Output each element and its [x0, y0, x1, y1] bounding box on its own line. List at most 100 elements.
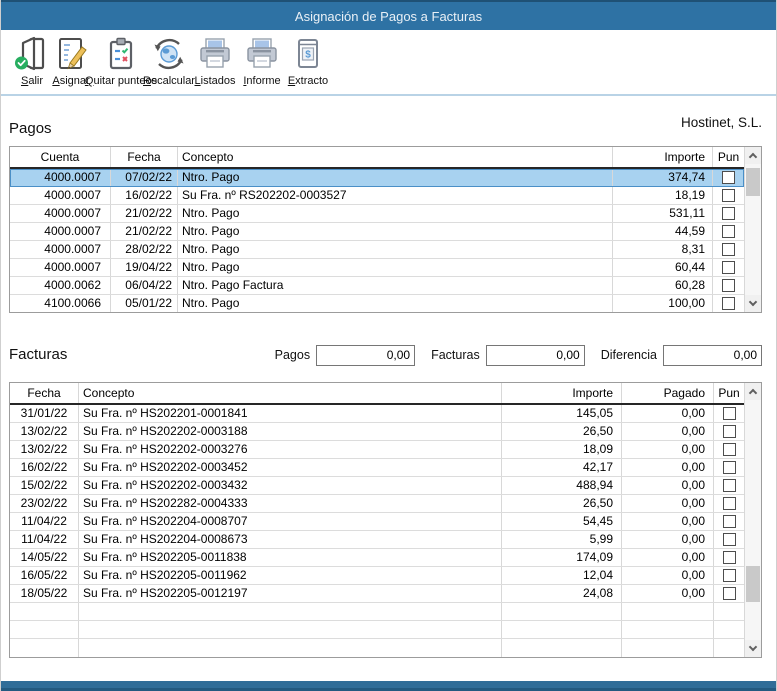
- cell-importe: 60,28: [613, 277, 713, 294]
- scroll-down-button[interactable]: [745, 640, 761, 657]
- cell-importe: 531,11: [613, 205, 713, 222]
- scroll-thumb[interactable]: [746, 168, 760, 196]
- title-bar: Asignación de Pagos a Facturas: [1, 0, 776, 30]
- totals-diferencia-input[interactable]: [663, 345, 762, 366]
- cell-pagado: 0,00: [622, 495, 714, 512]
- column-header-fecha[interactable]: Fecha: [10, 383, 79, 403]
- pun-checkbox[interactable]: [723, 407, 736, 420]
- cell-concepto: Su Fra. nº HS202202-0003188: [79, 423, 502, 440]
- cell-pagado: 0,00: [622, 441, 714, 458]
- pun-checkbox[interactable]: [723, 569, 736, 582]
- totals-facturas-input[interactable]: [486, 345, 585, 366]
- cell-cuenta: 4000.0007: [10, 169, 111, 186]
- pun-checkbox[interactable]: [723, 533, 736, 546]
- cell-fecha: 11/04/22: [10, 531, 79, 548]
- scroll-thumb[interactable]: [746, 566, 760, 602]
- cell-fecha: 13/02/22: [10, 423, 79, 440]
- table-row[interactable]: 16/02/22 Su Fra. nº HS202202-0003452 42,…: [10, 459, 744, 477]
- totals-pagos-input[interactable]: [316, 345, 415, 366]
- pun-checkbox[interactable]: [722, 189, 735, 202]
- facturas-scrollbar[interactable]: [744, 383, 761, 657]
- cell-pagado: 0,00: [622, 549, 714, 566]
- table-row[interactable]: 11/04/22 Su Fra. nº HS202204-0008707 54,…: [10, 513, 744, 531]
- column-header-cuenta[interactable]: Cuenta: [10, 147, 111, 167]
- cell-fecha: 13/02/22: [10, 441, 79, 458]
- pun-checkbox[interactable]: [723, 461, 736, 474]
- table-row[interactable]: 4000.0007 07/02/22 Ntro. Pago 374,74: [10, 169, 744, 187]
- table-row[interactable]: 4000.0007 21/02/22 Ntro. Pago 531,11: [10, 205, 744, 223]
- table-row[interactable]: 4000.0007 28/02/22 Ntro. Pago 8,31: [10, 241, 744, 259]
- table-row-empty: [10, 621, 744, 639]
- table-row[interactable]: 13/02/22 Su Fra. nº HS202202-0003276 18,…: [10, 441, 744, 459]
- pagos-scrollbar[interactable]: [744, 147, 761, 312]
- pun-checkbox[interactable]: [722, 243, 735, 256]
- table-row[interactable]: 13/02/22 Su Fra. nº HS202202-0003188 26,…: [10, 423, 744, 441]
- cell-concepto: Su Fra. nº HS202204-0008707: [79, 513, 502, 530]
- facturas-heading: Facturas: [9, 346, 67, 363]
- table-row[interactable]: 11/04/22 Su Fra. nº HS202204-0008673 5,9…: [10, 531, 744, 549]
- pun-checkbox[interactable]: [723, 425, 736, 438]
- cell-fecha: 19/04/22: [111, 259, 178, 276]
- scroll-up-button[interactable]: [745, 147, 761, 164]
- cell-pagado: 0,00: [622, 423, 714, 440]
- table-row[interactable]: 4000.0062 06/04/22 Ntro. Pago Factura 60…: [10, 277, 744, 295]
- column-header-fecha[interactable]: Fecha: [111, 147, 178, 167]
- cell-importe: 24,08: [502, 585, 622, 602]
- pagos-heading: Pagos: [9, 120, 52, 137]
- pun-checkbox[interactable]: [723, 443, 736, 456]
- pun-checkbox[interactable]: [723, 479, 736, 492]
- window-title: Asignación de Pagos a Facturas: [295, 9, 482, 24]
- pun-checkbox[interactable]: [723, 587, 736, 600]
- table-row[interactable]: 23/02/22 Su Fra. nº HS202282-0004333 26,…: [10, 495, 744, 513]
- cell-fecha: 16/02/22: [111, 187, 178, 204]
- totals-pagos-group: Pagos: [275, 345, 415, 366]
- pun-checkbox[interactable]: [722, 279, 735, 292]
- cell-concepto: Ntro. Pago: [178, 241, 613, 258]
- pun-checkbox[interactable]: [722, 297, 735, 310]
- scroll-up-button[interactable]: [745, 383, 761, 400]
- column-header-pagado[interactable]: Pagado: [622, 383, 714, 403]
- cell-pagado: 0,00: [622, 459, 714, 476]
- cell-cuenta: 4000.0007: [10, 205, 111, 222]
- column-header-concepto[interactable]: Concepto: [79, 383, 502, 403]
- column-header-pun[interactable]: Pun: [713, 147, 744, 167]
- column-header-importe[interactable]: Importe: [613, 147, 713, 167]
- ledger-dollar-icon: $: [260, 33, 356, 73]
- cell-concepto: Ntro. Pago Factura: [178, 277, 613, 294]
- bottom-status-bar: [1, 681, 776, 691]
- scroll-down-button[interactable]: [745, 295, 761, 312]
- table-row[interactable]: 16/05/22 Su Fra. nº HS202205-0011962 12,…: [10, 567, 744, 585]
- table-row[interactable]: 31/01/22 Su Fra. nº HS202201-0001841 145…: [10, 405, 744, 423]
- pun-checkbox[interactable]: [723, 515, 736, 528]
- cell-importe: 18,19: [613, 187, 713, 204]
- pun-checkbox[interactable]: [722, 207, 735, 220]
- cell-cuenta: 4100.0066: [10, 295, 111, 312]
- table-row[interactable]: 4000.0007 16/02/22 Su Fra. nº RS202202-0…: [10, 187, 744, 205]
- cell-importe: 26,50: [502, 423, 622, 440]
- pun-checkbox[interactable]: [723, 497, 736, 510]
- pun-checkbox[interactable]: [722, 225, 735, 238]
- cell-importe: 5,99: [502, 531, 622, 548]
- cell-importe: 100,00: [613, 295, 713, 312]
- pun-checkbox[interactable]: [722, 261, 735, 274]
- cell-importe: 54,45: [502, 513, 622, 530]
- column-header-pun[interactable]: Pun: [714, 383, 744, 403]
- table-row[interactable]: 15/02/22 Su Fra. nº HS202202-0003432 488…: [10, 477, 744, 495]
- cell-concepto: Su Fra. nº RS202202-0003527: [178, 187, 613, 204]
- column-header-concepto[interactable]: Concepto: [178, 147, 613, 167]
- pun-checkbox[interactable]: [723, 551, 736, 564]
- extracto-button[interactable]: $ Extracto: [260, 33, 356, 93]
- cell-concepto: Ntro. Pago: [178, 259, 613, 276]
- table-row[interactable]: 14/05/22 Su Fra. nº HS202205-0011838 174…: [10, 549, 744, 567]
- table-row[interactable]: 18/05/22 Su Fra. nº HS202205-0012197 24,…: [10, 585, 744, 603]
- table-row[interactable]: 4100.0066 05/01/22 Ntro. Pago 100,00: [10, 295, 744, 312]
- table-row[interactable]: 4000.0007 19/04/22 Ntro. Pago 60,44: [10, 259, 744, 277]
- column-header-importe[interactable]: Importe: [502, 383, 622, 403]
- extracto-label: Extracto: [260, 75, 356, 87]
- pun-checkbox[interactable]: [722, 171, 735, 184]
- cell-fecha: 05/01/22: [111, 295, 178, 312]
- table-row[interactable]: 4000.0007 21/02/22 Ntro. Pago 44,59: [10, 223, 744, 241]
- totals-bar: Pagos Facturas Diferencia: [275, 344, 762, 366]
- cell-importe: 374,74: [613, 169, 713, 186]
- cell-concepto: Su Fra. nº HS202205-0012197: [79, 585, 502, 602]
